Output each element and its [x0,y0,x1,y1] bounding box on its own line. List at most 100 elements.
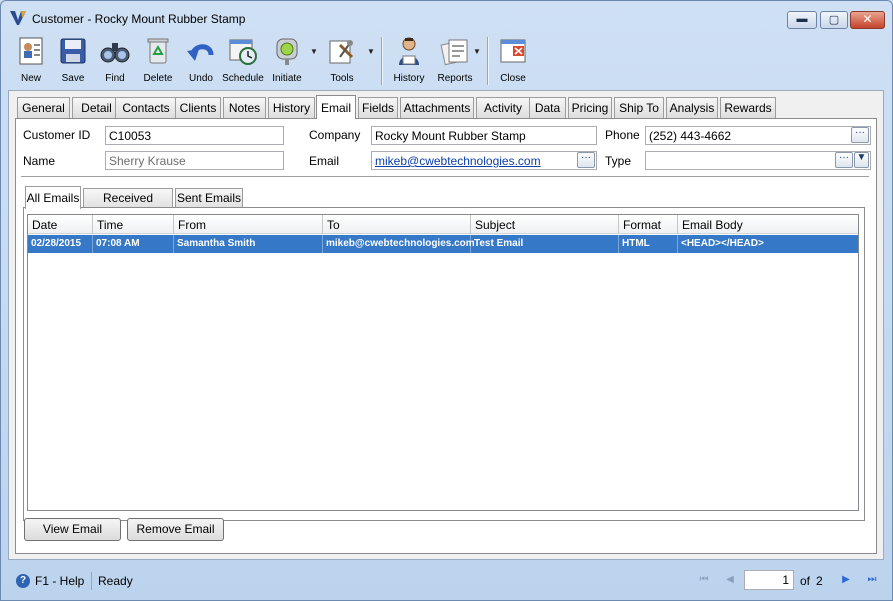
phone-label: Phone [605,128,640,142]
undo-arrow-icon [187,44,214,61]
column-email-body[interactable]: Email Body [678,215,858,234]
tab-rewards[interactable]: Rewards [720,97,776,118]
customer-window: Customer - Rocky Mount Rubber Stamp ▬ ▢ … [0,0,893,601]
tab-activity[interactable]: Activity [476,97,530,118]
page-of-label: of [800,574,811,588]
cell-format: HTML [619,235,678,253]
tab-general[interactable]: General [17,97,70,118]
minimize-button[interactable]: ▬ [787,11,817,29]
cell-email-body: <HEAD></HEAD> [681,238,764,249]
email-field[interactable]: mikeb@cwebtechnologies.com [371,151,597,170]
tab-ship-to[interactable]: Ship To [614,97,664,118]
find-button[interactable]: Find [95,33,135,89]
customer-id-label: Customer ID [23,128,91,142]
subtab-all-emails[interactable]: All Emails [25,186,81,209]
close-window-button[interactable]: ✕ [850,11,885,29]
subtab-received-emails[interactable]: Received Emails [83,188,173,224]
minimize-icon: ▬ [796,13,808,25]
tools-button[interactable]: Tools [321,33,363,89]
tab-clients[interactable]: Clients [175,97,221,118]
reports-label: Reports [437,73,473,84]
cell-to: mikeb@cwebtechnologies.com [323,235,475,253]
previous-page-icon[interactable]: ◀ [723,573,737,587]
cell-date: 02/28/2015 [28,235,93,253]
customer-id-field[interactable]: C10053 [105,126,284,145]
history-button[interactable]: History [387,33,431,89]
type-dropdown-button[interactable]: ▼ [854,152,869,168]
tab-data[interactable]: Data [529,97,566,118]
undo-label: Undo [189,73,213,84]
column-to[interactable]: To [323,215,471,234]
emails-grid[interactable]: Date Time From To Subject Format Email B… [27,214,859,511]
email-browse-button[interactable]: ··· [577,152,595,168]
reports-button[interactable]: Reports [433,33,477,89]
tab-pricing[interactable]: Pricing [568,97,612,118]
toolbar-separator [487,37,488,85]
history-label: History [393,73,425,84]
tab-contacts[interactable]: Contacts [115,97,177,118]
page-number-input[interactable]: 1 [744,570,794,590]
phone-browse-button[interactable]: ··· [851,127,869,143]
schedule-clock-icon [229,39,257,65]
tab-analysis[interactable]: Analysis [666,97,718,118]
column-subject[interactable]: Subject [471,215,619,234]
phone-field[interactable]: (252) 443-4662 [645,126,871,145]
remove-email-button[interactable]: Remove Email [127,518,224,541]
close-form-icon [500,39,526,63]
save-button[interactable]: Save [53,33,93,89]
reports-dropdown-icon[interactable]: ▼ [473,47,483,57]
maximize-button[interactable]: ▢ [820,11,848,29]
status-bar: ? F1 - Help Ready ⏮ ◀ 1 of 2 ▶ ⏭ [7,567,887,594]
tools-icon [329,40,354,64]
next-page-icon[interactable]: ▶ [839,573,853,587]
help-text[interactable]: F1 - Help [35,574,84,588]
schedule-button[interactable]: Schedule [221,33,265,89]
delete-button[interactable]: Delete [137,33,179,89]
column-format[interactable]: Format [619,215,678,234]
table-row[interactable]: 02/28/2015 07:08 AM Samantha Smith mikeb… [28,235,858,253]
tab-history[interactable]: History [268,97,315,118]
total-pages: 2 [816,574,823,588]
tab-attachments[interactable]: Attachments [400,97,474,118]
save-icon [60,38,86,64]
last-page-icon[interactable]: ⏭ [865,573,879,587]
column-from[interactable]: From [174,215,323,234]
tab-detail[interactable]: Detail [72,97,121,118]
new-record-icon [19,37,43,65]
cell-subject: Test Email [471,235,619,253]
initiate-dropdown-icon[interactable]: ▼ [310,47,320,57]
initiate-label: Initiate [272,73,302,84]
email-label: Email [309,154,340,168]
status-text: Ready [98,574,133,588]
tools-label: Tools [330,73,354,84]
name-field[interactable]: Sherry Krause [105,151,284,170]
initiate-button[interactable]: Initiate [267,33,307,89]
new-button[interactable]: New [11,33,51,89]
tab-fields[interactable]: Fields [358,97,398,118]
delete-label: Delete [143,73,173,84]
first-page-icon[interactable]: ⏮ [697,573,711,587]
view-email-button[interactable]: View Email [24,518,121,541]
subtab-sent-emails[interactable]: Sent Emails [175,188,243,208]
type-browse-button[interactable]: ··· [835,152,853,168]
window-title: Customer - Rocky Mount Rubber Stamp [32,12,246,26]
help-icon[interactable]: ? [16,574,30,588]
grid-header: Date Time From To Subject Format Email B… [28,215,858,234]
tab-notes[interactable]: Notes [223,97,266,118]
tools-dropdown-icon[interactable]: ▼ [367,47,377,57]
toolbar-separator [381,37,382,85]
undo-button[interactable]: Undo [181,33,221,89]
schedule-label: Schedule [222,73,264,84]
tab-email[interactable]: Email [316,95,356,119]
divider [21,176,869,177]
column-time[interactable]: Time [93,215,174,234]
recycle-bin-icon [147,38,169,64]
company-field[interactable]: Rocky Mount Rubber Stamp [371,126,597,145]
new-label: New [20,73,41,84]
column-date[interactable]: Date [28,215,93,234]
close-button[interactable]: Close [493,33,533,89]
app-logo-icon [10,11,26,25]
close-icon: ✕ [862,12,873,26]
status-separator [91,572,92,590]
cell-time: 07:08 AM [93,235,174,253]
